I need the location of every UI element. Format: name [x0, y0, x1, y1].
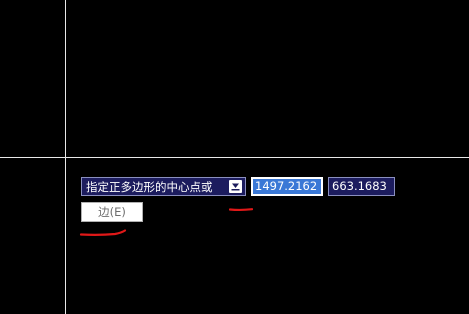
prompt-text: 指定正多边形的中心点或	[86, 179, 213, 194]
x-coordinate-value: 1497.2162	[253, 179, 321, 194]
dynamic-input-prompt: 指定正多边形的中心点或	[81, 177, 246, 196]
crosshair-horizontal-line	[0, 157, 469, 158]
option-edge[interactable]: 边(E)	[81, 202, 143, 222]
drawing-canvas[interactable]: 指定正多边形的中心点或 1497.2162 663.1683 边(E)	[0, 0, 469, 314]
x-coordinate-input[interactable]: 1497.2162	[251, 177, 323, 196]
annotation-underline-mark	[229, 208, 253, 212]
annotation-underline-mark	[79, 229, 127, 236]
down-arrow-icon[interactable]	[229, 180, 242, 193]
y-coordinate-input[interactable]: 663.1683	[328, 177, 395, 196]
